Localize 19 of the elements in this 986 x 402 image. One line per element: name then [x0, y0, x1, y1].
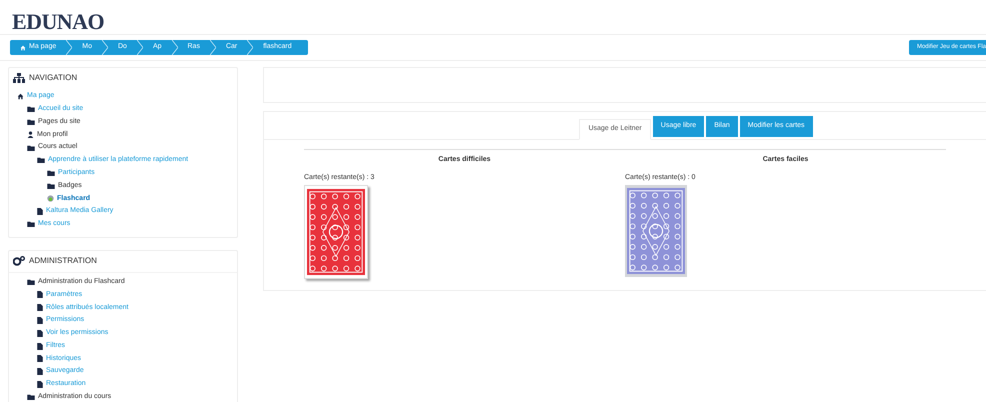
chevron-separator-icon — [247, 40, 254, 55]
home-icon — [17, 92, 24, 100]
block-title: NAVIGATION — [29, 72, 78, 84]
chevron-separator-icon — [66, 40, 72, 55]
sitemap-icon — [13, 73, 25, 83]
folder-icon — [27, 221, 35, 228]
chevron-separator-icon — [102, 40, 108, 55]
user-icon — [27, 131, 34, 138]
folder-icon — [27, 279, 35, 286]
block-title: ADMINISTRATION — [29, 255, 97, 268]
flashcard-activity-icon — [47, 195, 54, 202]
site-logo[interactable]: EDUNAO — [12, 10, 974, 34]
chevron-separator-icon — [136, 40, 143, 55]
chevron-separator-icon — [210, 40, 216, 55]
home-icon — [20, 44, 26, 50]
gears-icon — [13, 256, 25, 266]
document-icon — [37, 208, 43, 216]
folder-icon — [27, 394, 35, 400]
chevron-separator-icon — [172, 40, 178, 55]
